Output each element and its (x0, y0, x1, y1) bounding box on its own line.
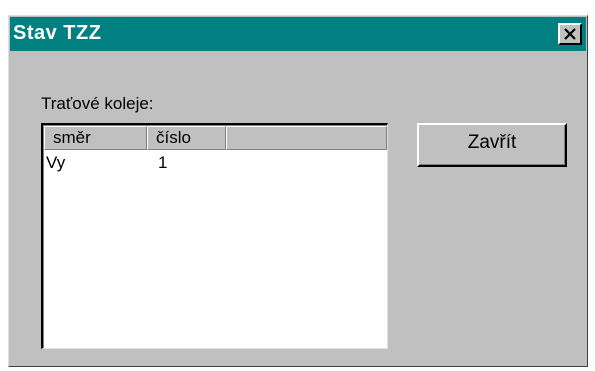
column-header-number[interactable]: číslo (147, 126, 226, 150)
close-dialog-button[interactable]: Zavřít (417, 123, 567, 167)
track-list[interactable]: směr číslo Vy 1 (41, 123, 388, 349)
column-header-direction[interactable]: směr (44, 126, 147, 150)
close-button[interactable] (558, 23, 582, 45)
window-title: Stav TZZ (13, 22, 102, 44)
dialog-window: Stav TZZ Traťové koleje: směr číslo Vy 1… (8, 15, 588, 367)
list-header: směr číslo (44, 126, 387, 150)
cell-number: 1 (158, 153, 168, 172)
cell-direction: Vy (46, 153, 66, 172)
column-header-empty[interactable] (226, 126, 387, 150)
close-x-icon (564, 28, 576, 40)
track-list-label: Traťové koleje: (41, 94, 154, 113)
title-bar[interactable]: Stav TZZ (10, 17, 586, 51)
